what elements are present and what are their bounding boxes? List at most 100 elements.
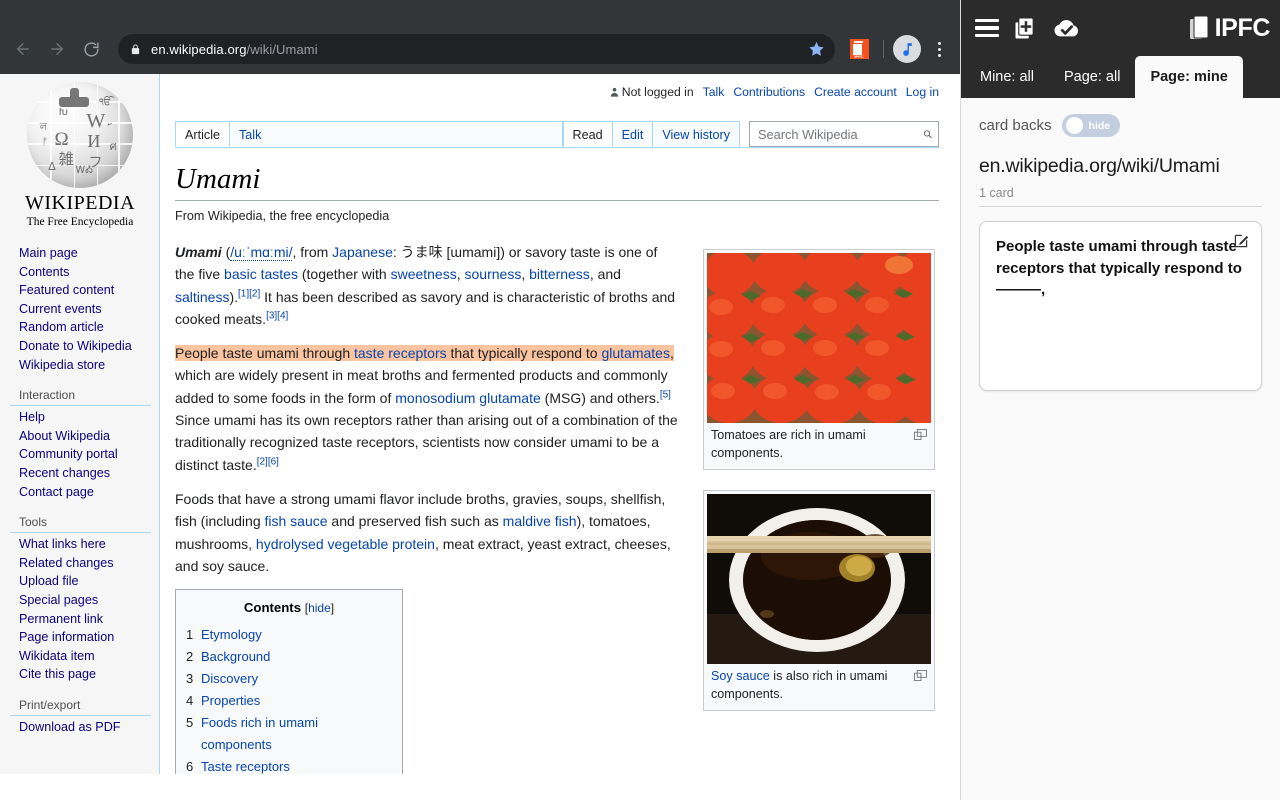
link-sweetness[interactable]: sweetness (391, 266, 457, 282)
toc-hide-link[interactable]: hide (308, 601, 331, 615)
tab-read[interactable]: Read (562, 121, 613, 147)
link-monosodium-glutamate[interactable]: monosodium glutamate (395, 390, 541, 406)
toc-item[interactable]: 4 Properties (186, 690, 392, 712)
toc-item-link[interactable]: Foods rich in umami components (201, 712, 392, 756)
sidebar-printexport-heading: Print/export (10, 694, 151, 716)
link-japanese[interactable]: Japanese (332, 244, 393, 260)
toc-item[interactable]: 1 Etymology (186, 624, 392, 646)
japanese-text: うま味 [ɯmami] (400, 244, 501, 260)
ref-5[interactable]: [5] (660, 389, 671, 400)
url-host: en.wikipedia.org (151, 41, 247, 57)
tab-edit[interactable]: Edit (611, 121, 654, 147)
sidebar-interaction-item-3[interactable]: Recent changes (10, 464, 151, 483)
browser-toolbar: en.wikipedia.org/wiki/Umami IPFC (0, 26, 960, 72)
sidebar-tools-item-7[interactable]: Cite this page (10, 665, 151, 684)
personal-link-talk[interactable]: Talk (703, 85, 725, 99)
tab-view-history[interactable]: View history (652, 121, 740, 147)
toc-item-link[interactable]: Etymology (201, 624, 262, 646)
toc-item[interactable]: 3 Discovery (186, 668, 392, 690)
three-dot-menu-icon (937, 41, 941, 45)
sidebar-printexport-item-0[interactable]: Download as PDF (10, 718, 151, 737)
tab-article[interactable]: Article (175, 121, 230, 147)
search-icon[interactable] (923, 127, 932, 141)
forward-button[interactable] (42, 34, 72, 64)
profile-avatar[interactable] (893, 35, 921, 63)
ref-2-6[interactable]: [2][6] (257, 456, 279, 467)
edit-icon[interactable] (1233, 233, 1249, 249)
toc-item-link[interactable]: Discovery (201, 668, 258, 690)
card-backs-toggle[interactable]: hide (1061, 114, 1120, 137)
reload-button[interactable] (76, 34, 106, 64)
sidebar-interaction-item-2[interactable]: Community portal (10, 445, 151, 464)
link-ipa[interactable]: /uːˈmɑːmi/ (230, 244, 293, 261)
ipfc-tab-mine-all[interactable]: Mine: all (965, 56, 1049, 98)
hamburger-menu-button[interactable] (975, 19, 999, 37)
wikipedia-logo[interactable]: W Ω И 雑 フ ল ᚠ ކ ศ ᐃ ᎳᎣ ੴ Խ WIKIPEDIA The… (0, 74, 160, 234)
bookmark-star-icon[interactable] (808, 41, 825, 58)
cloud-sync-button[interactable] (1052, 17, 1080, 39)
search-input[interactable] (758, 126, 923, 142)
back-button[interactable] (8, 34, 38, 64)
link-hydrolysed-vegetable-protein[interactable]: hydrolysed vegetable protein (256, 536, 435, 552)
link-saltiness[interactable]: saltiness (175, 289, 229, 305)
ipfc-extension-button[interactable]: IPFC (846, 36, 872, 62)
link-sourness[interactable]: sourness (465, 266, 522, 282)
sidebar-interaction-item-1[interactable]: About Wikipedia (10, 427, 151, 446)
toc-item-number: 6 (186, 759, 194, 774)
add-card-button[interactable] (1013, 16, 1038, 41)
personal-link-log-in[interactable]: Log in (906, 85, 939, 99)
sidebar-nav-item-6[interactable]: Wikipedia store (10, 356, 151, 375)
toc-item-number: 5 (186, 715, 194, 731)
personal-link-contributions[interactable]: Contributions (733, 85, 805, 99)
sidebar-nav-item-4[interactable]: Random article (10, 318, 151, 337)
sidebar-tools-item-1[interactable]: Related changes (10, 554, 151, 573)
link-bitterness[interactable]: bitterness (529, 266, 590, 282)
sidebar-tools-item-6[interactable]: Wikidata item (10, 647, 151, 666)
toc-toggle: [hide] (304, 601, 335, 616)
wikipedia-globe-icon: W Ω И 雑 フ ল ᚠ ކ ศ ᐃ ᎳᎣ ੴ Խ (27, 82, 133, 188)
link-soy-sauce[interactable]: Soy sauce (711, 669, 770, 683)
toc-item-link[interactable]: Taste receptors (201, 756, 290, 774)
browser-menu-button[interactable] (926, 35, 952, 63)
sidebar-tools-item-0[interactable]: What links here (10, 535, 151, 554)
flashcard-item[interactable]: People taste umami through taste recepto… (979, 221, 1262, 391)
sidebar-tools-item-2[interactable]: Upload file (10, 572, 151, 591)
sidebar-nav-item-2[interactable]: Featured content (10, 281, 151, 300)
link-basic-tastes[interactable]: basic tastes (224, 266, 298, 282)
sidebar-interaction-item-0[interactable]: Help (10, 408, 151, 427)
sidebar-nav-item-0[interactable]: Main page (10, 244, 151, 263)
toc-item-link[interactable]: Properties (201, 690, 260, 712)
hamburger-menu-icon (975, 19, 999, 37)
sidebar-tools-item-4[interactable]: Permanent link (10, 610, 151, 629)
not-logged-in-status: Not logged in (609, 85, 694, 99)
link-taste-receptors[interactable]: taste receptors (354, 345, 447, 361)
text-distinct-taste: Since umami has its own receptors rather… (175, 412, 678, 473)
toggle-label: hide (1088, 119, 1111, 132)
link-maldive-fish[interactable]: maldive fish (503, 513, 577, 529)
soy-sauce-image[interactable] (707, 494, 931, 664)
link-fish-sauce[interactable]: fish sauce (265, 513, 328, 529)
search-box[interactable] (749, 121, 939, 147)
toc-item[interactable]: 5 Foods rich in umami components (186, 712, 392, 756)
sidebar-nav-item-3[interactable]: Current events (10, 300, 151, 319)
link-glutamates[interactable]: glutamates (601, 345, 669, 361)
ref-3-4[interactable]: [3][4] (266, 310, 288, 321)
sidebar-tools-item-3[interactable]: Special pages (10, 591, 151, 610)
magnify-icon[interactable] (914, 428, 927, 440)
sidebar-nav-item-5[interactable]: Donate to Wikipedia (10, 337, 151, 356)
tomatoes-image[interactable] (707, 253, 931, 423)
address-bar[interactable]: en.wikipedia.org/wiki/Umami (118, 34, 835, 64)
tab-talk[interactable]: Talk (229, 121, 272, 147)
personal-link-create-account[interactable]: Create account (814, 85, 897, 99)
toc-item-link[interactable]: Background (201, 646, 270, 668)
toc-item[interactable]: 6 Taste receptors (186, 756, 392, 774)
ipfc-tab-page-mine[interactable]: Page: mine (1135, 56, 1243, 98)
sidebar-interaction-item-4[interactable]: Contact page (10, 483, 151, 502)
sidebar-nav-item-1[interactable]: Contents (10, 263, 151, 282)
ipfc-page-url: en.wikipedia.org/wiki/Umami (979, 155, 1220, 177)
ref-1-2[interactable]: [1][2] (238, 288, 260, 299)
magnify-icon[interactable] (914, 669, 927, 681)
toc-item[interactable]: 2 Background (186, 646, 392, 668)
sidebar-tools-item-5[interactable]: Page information (10, 628, 151, 647)
ipfc-tab-page-all[interactable]: Page: all (1049, 56, 1135, 98)
